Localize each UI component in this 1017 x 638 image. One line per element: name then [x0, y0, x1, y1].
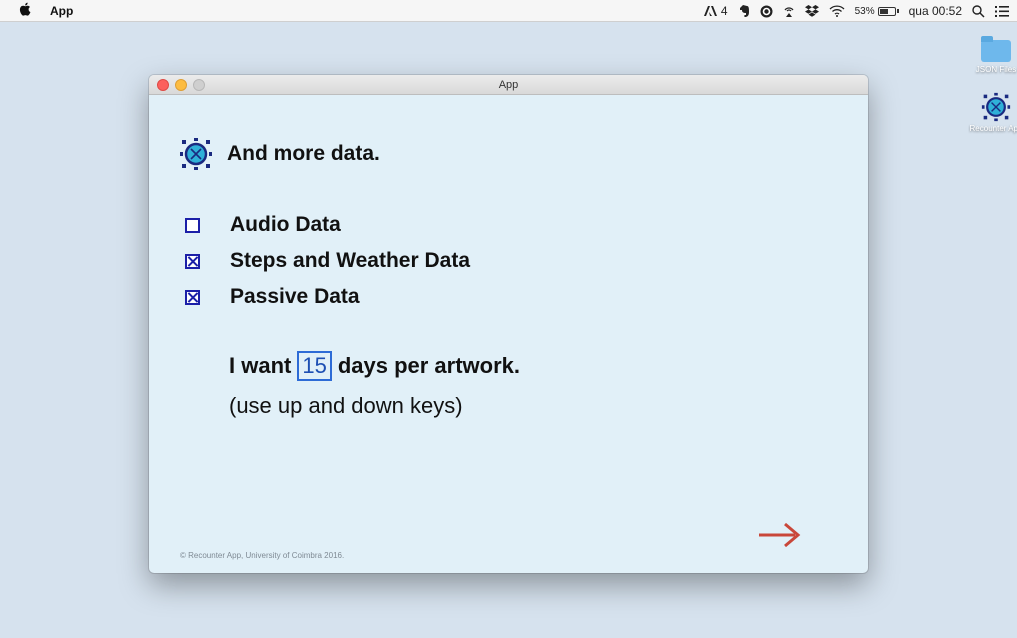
folder-icon	[981, 36, 1011, 62]
adobe-tray[interactable]: 4	[703, 4, 728, 18]
zoom-button[interactable]	[193, 79, 205, 91]
days-sentence: I want 15 days per artwork.	[229, 351, 520, 381]
dropbox-icon[interactable]	[804, 5, 819, 17]
option-passive-data[interactable]: Passive Data	[185, 285, 360, 309]
evernote-icon[interactable]	[738, 4, 750, 18]
sync-icon[interactable]	[760, 5, 773, 18]
page-heading: And more data.	[179, 137, 380, 171]
minimize-button[interactable]	[175, 79, 187, 91]
option-audio-data[interactable]: Audio Data	[185, 213, 341, 237]
wifi-icon[interactable]	[829, 5, 845, 17]
steps-weather-checkbox[interactable]	[185, 253, 200, 269]
menu-app-name[interactable]: App	[50, 4, 73, 18]
app-window: App And more data. Audio Data Steps and …	[149, 75, 868, 573]
menubar-tray: 4 53% qua 00:52	[703, 0, 1009, 22]
window-titlebar[interactable]: App	[149, 75, 868, 95]
audio-data-checkbox[interactable]	[185, 217, 200, 233]
keys-hint: (use up and down keys)	[229, 393, 463, 418]
desktop-icon-label: JSON Files	[975, 65, 1017, 74]
battery-percent: 53%	[854, 5, 875, 17]
clock[interactable]: qua 00:52	[909, 4, 962, 18]
option-label: Audio Data	[230, 213, 341, 236]
option-label: Steps and Weather Data	[230, 249, 471, 272]
want-prefix: I want	[229, 353, 292, 378]
option-label: Passive Data	[230, 285, 360, 308]
heading-text: And more data.	[227, 142, 380, 165]
battery-icon	[877, 6, 896, 16]
desktop-icon-label: Recounter App	[969, 124, 1017, 133]
copyright-footer: © Recounter App, University of Coimbra 2…	[180, 551, 345, 560]
notification-center-icon[interactable]	[995, 5, 1009, 17]
adobe-count: 4	[720, 4, 728, 18]
battery-indicator[interactable]: 53%	[855, 6, 899, 17]
recounter-logo-icon	[180, 138, 212, 170]
passive-data-checkbox[interactable]	[185, 289, 200, 305]
desktop-icon-json-files[interactable]: JSON Files	[968, 36, 1017, 74]
recounter-logo-icon	[981, 92, 1011, 122]
window-title: App	[498, 79, 519, 91]
option-steps-weather-data[interactable]: Steps and Weather Data	[185, 249, 470, 273]
days-per-artwork-input[interactable]: 15	[297, 351, 332, 381]
spotlight-search-icon[interactable]	[972, 4, 985, 18]
traffic-lights	[157, 79, 205, 91]
desktop-icon-recounter-app[interactable]: Recounter App	[968, 92, 1017, 133]
want-suffix: days per artwork.	[337, 353, 521, 378]
next-arrow-icon[interactable]	[755, 518, 805, 552]
main-content: And more data. Audio Data Steps and Weat…	[149, 95, 868, 573]
menubar: App 4 53% qua 00:52	[0, 0, 1017, 22]
close-button[interactable]	[157, 79, 169, 91]
airport-icon[interactable]	[783, 4, 795, 18]
apple-menu-icon[interactable]	[18, 2, 32, 19]
